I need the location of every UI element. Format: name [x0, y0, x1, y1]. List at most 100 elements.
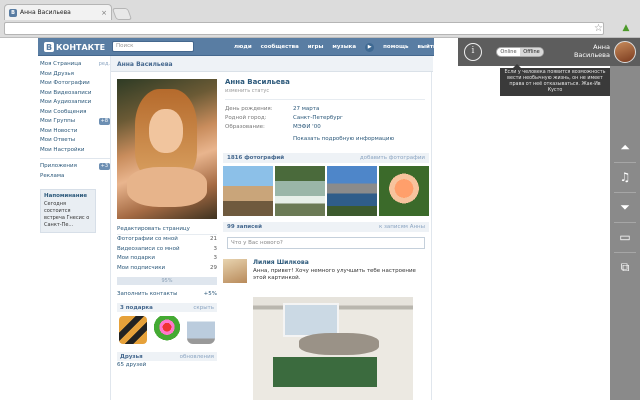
info-key: Родной город:	[225, 115, 267, 121]
info-education: Образование: МЭФИ '00	[225, 123, 425, 132]
nav-people[interactable]: люди	[234, 44, 252, 50]
reminder-title: Напоминание	[44, 193, 88, 199]
friends-count[interactable]: 65 друзей	[117, 361, 217, 371]
apps-count-badge: +3	[98, 163, 110, 170]
extension-panel: i Online Offline Анна Васильева	[458, 38, 640, 66]
nav-help[interactable]: помощь	[383, 44, 408, 50]
counter-label: Фотографии со мной	[117, 236, 178, 242]
folder-icon[interactable]: ▭	[610, 224, 640, 250]
arrow-up-icon[interactable]: ⏶	[610, 134, 640, 160]
profile-content: Анна Васильева Редактировать страницу Фо…	[110, 56, 433, 400]
search-input[interactable]: Поиск	[112, 41, 194, 52]
browser-chrome: В Анна Васильева × ☆ ▲	[0, 0, 640, 38]
counter-videos-with-me[interactable]: Видеозаписи со мной 3	[117, 245, 217, 255]
nav-games[interactable]: игры	[308, 44, 324, 50]
extension-triangle-icon[interactable]: ▲	[620, 22, 632, 34]
photos-title[interactable]: 1816 фотографий	[227, 155, 284, 161]
friends-title[interactable]: Друзья	[120, 354, 143, 360]
new-tab-button[interactable]	[111, 8, 133, 20]
nav-communities[interactable]: сообщества	[261, 44, 299, 50]
menu-edit-link[interactable]: ред.	[99, 60, 110, 70]
menu-answers[interactable]: Мои Ответы	[40, 136, 110, 146]
edit-page-link[interactable]: Редактировать страницу	[117, 224, 217, 235]
menu-label: Мои Новости	[40, 127, 78, 134]
gifts-title[interactable]: 3 подарка	[120, 305, 153, 311]
menu-photos[interactable]: Мои Фотографии	[40, 79, 110, 89]
play-icon[interactable]: ▶	[365, 42, 375, 52]
browser-tab[interactable]: В Анна Васильева ×	[4, 4, 112, 20]
photo-face	[149, 109, 183, 153]
post-image[interactable]	[253, 297, 413, 400]
photo-thumbnail[interactable]	[327, 166, 377, 216]
profile-progress-bar: 95%	[117, 277, 217, 285]
post-author-avatar[interactable]	[223, 259, 247, 283]
counter-gifts[interactable]: Мои подарки 3	[117, 254, 217, 264]
add-photos-link[interactable]: добавить фотографии	[360, 155, 425, 161]
menu-label: Мои Видеозаписи	[40, 89, 92, 96]
info-birthday: День рождения: 27 марта	[225, 105, 425, 114]
info-value[interactable]: МЭФИ '00	[293, 123, 321, 132]
menu-settings[interactable]: Мои Настройки	[40, 146, 110, 156]
wall-header: 99 записей к записям Анны	[223, 222, 429, 232]
photos-header: 1816 фотографий добавить фотографии	[223, 153, 429, 163]
groups-count-badge: +8	[98, 118, 110, 125]
photo-thumbnail[interactable]	[379, 166, 429, 216]
online-toggle[interactable]: Online Offline	[496, 47, 544, 57]
edit-status-link[interactable]: изменить статус	[225, 88, 425, 94]
close-icon[interactable]: ×	[101, 9, 107, 17]
menu-videos[interactable]: Мои Видеозаписи	[40, 89, 110, 99]
wall-title[interactable]: 99 записей	[227, 224, 262, 230]
quote-tooltip: Если у человека появится возможность вес…	[500, 68, 610, 96]
info-value[interactable]: Санкт-Петербург	[293, 114, 343, 123]
gifts-list	[117, 312, 217, 348]
nav-logout[interactable]: выйти	[418, 44, 437, 50]
profile-photo[interactable]	[117, 79, 217, 219]
counter-followers[interactable]: Мои подписчики 29	[117, 264, 217, 274]
toggle-offline[interactable]: Offline	[520, 48, 543, 56]
gift-ribbon-icon[interactable]	[119, 316, 147, 344]
post-author-name[interactable]: Лилия Шилкова	[253, 259, 309, 266]
bookmark-star-icon[interactable]: ☆	[594, 23, 603, 34]
menu-groups[interactable]: Мои Группы +8	[40, 117, 110, 127]
menu-label: Мои Сообщения	[40, 108, 87, 115]
friends-header: Друзья обновления	[117, 352, 217, 361]
info-key: Образование:	[225, 124, 265, 130]
menu-messages[interactable]: Мои Сообщения	[40, 108, 110, 118]
photo-thumbnail[interactable]	[223, 166, 273, 216]
wall-post-input[interactable]: Что у Вас нового?	[227, 237, 425, 249]
arrow-down-icon[interactable]: ⏷	[610, 194, 640, 220]
reminder-body: Сегодня состоится встреча Гнесис о Санкт…	[44, 201, 90, 228]
menu-apps[interactable]: Приложения +3	[40, 162, 110, 172]
menu-ads[interactable]: Реклама	[40, 172, 110, 182]
menu-friends[interactable]: Мои Друзья	[40, 70, 110, 80]
toggle-online[interactable]: Online	[497, 48, 520, 56]
copy-add-icon[interactable]: ⧉	[610, 254, 640, 280]
wall-filter-link[interactable]: к записям Анны	[379, 224, 425, 230]
gift-bouquet-icon[interactable]	[153, 316, 181, 344]
nav-music[interactable]: музыка	[332, 44, 356, 50]
music-note-icon[interactable]: ♫	[610, 164, 640, 190]
vk-logo[interactable]: В КОНТАКТЕ	[44, 41, 105, 53]
counter-label: Видеозаписи со мной	[117, 245, 180, 252]
info-divider	[225, 99, 425, 100]
friends-updates-link[interactable]: обновления	[180, 354, 214, 360]
menu-label: Мои Друзья	[40, 70, 74, 77]
menu-audio[interactable]: Мои Аудиозаписи	[40, 98, 110, 108]
fill-contacts-link[interactable]: Заполнить контакты +5%	[117, 289, 217, 299]
info-value[interactable]: 27 марта	[293, 105, 319, 114]
counter-value: 21	[210, 236, 217, 242]
counter-photos-with-me[interactable]: Фотографии со мной 21	[117, 235, 217, 245]
reminder-box[interactable]: Напоминание Сегодня состоится встреча Гн…	[40, 189, 96, 233]
menu-news[interactable]: Мои Новости	[40, 127, 110, 137]
photo-thumbnail[interactable]	[275, 166, 325, 216]
address-bar[interactable]	[4, 22, 604, 35]
info-icon[interactable]: i	[464, 43, 482, 61]
menu-label: Мои Группы	[40, 118, 76, 124]
gift-champagne-icon[interactable]	[187, 316, 215, 344]
gifts-hide-link[interactable]: скрыть	[193, 305, 214, 311]
info-key: День рождения:	[225, 106, 273, 112]
menu-my-page[interactable]: Моя Страница ред.	[40, 60, 110, 70]
extension-sidebar: ⏶ ♫ ⏷ ▭ ⧉	[610, 66, 640, 400]
show-more-info-link[interactable]: Показать подробную информацию	[293, 136, 425, 142]
extension-user-avatar[interactable]	[614, 41, 636, 63]
